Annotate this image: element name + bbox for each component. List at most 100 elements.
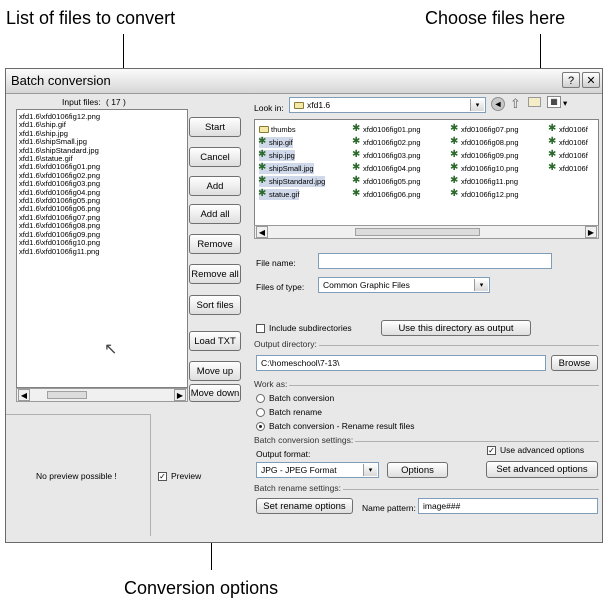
back-icon[interactable]: ◄	[491, 97, 505, 111]
radio-batch-rename-button[interactable]	[256, 407, 265, 417]
include-subdirectories-checkbox[interactable]	[256, 323, 265, 333]
radio-batch-conversion-label: Batch conversion	[269, 393, 335, 403]
move-down-button[interactable]: Move down	[189, 384, 241, 402]
browser-item-label: xfd0106f	[559, 138, 588, 147]
file-name-field[interactable]	[318, 253, 552, 269]
browser-file-item[interactable]: shipStandard.jpg	[258, 175, 326, 187]
set-advanced-options-button[interactable]: Set advanced options	[486, 461, 598, 478]
output-directory-field[interactable]: C:\homeschool\7-13\	[256, 355, 546, 371]
browser-file-item[interactable]: xfd0106f	[548, 149, 588, 161]
radio-conversion-rename-button[interactable]	[256, 421, 265, 431]
browser-folder-item[interactable]: thumbs	[259, 124, 296, 135]
file-browser[interactable]: thumbs ship.gif ship.jpg shipSmall.jpg shipS…	[254, 119, 599, 239]
cancel-button[interactable]: Cancel	[189, 147, 241, 167]
up-folder-icon[interactable]: ⇧	[510, 96, 521, 112]
browser-file-item[interactable]: xfd0106fig03.png	[352, 149, 421, 161]
browser-file-item[interactable]: xfd0106fig10.png	[450, 162, 519, 174]
view-menu-icon[interactable]: ▦	[547, 96, 561, 108]
image-file-icon	[548, 149, 557, 160]
browser-file-item[interactable]: xfd0106f	[548, 123, 588, 135]
browser-file-item[interactable]: xfd0106fig12.png	[450, 188, 519, 200]
files-of-type-dropdown[interactable]: Common Graphic Files ▾	[318, 277, 490, 293]
close-button[interactable]: ✕	[582, 72, 600, 88]
browser-file-item[interactable]: shipSmall.jpg	[258, 162, 314, 174]
folder-icon	[259, 126, 269, 133]
browser-scroll-right-icon[interactable]: ▶	[585, 226, 597, 238]
chevron-down-icon[interactable]: ▾	[363, 464, 377, 476]
scroll-right-icon[interactable]: ▶	[174, 389, 186, 401]
scroll-left-icon[interactable]: ◀	[18, 389, 30, 401]
set-rename-options-button[interactable]: Set rename options	[256, 498, 353, 514]
sort-files-button[interactable]: Sort files	[189, 295, 241, 315]
file-name-label: File name:	[256, 258, 296, 268]
rename-settings-label: Batch rename settings:	[254, 483, 343, 493]
browser-file-item[interactable]: xfd0106f	[548, 136, 588, 148]
browser-item-label: xfd0106fig07.png	[461, 125, 519, 134]
browser-file-item[interactable]: ship.jpg	[258, 149, 295, 161]
output-format-dropdown[interactable]: JPG - JPEG Format ▾	[256, 462, 379, 478]
include-subdirectories-row[interactable]: Include subdirectories	[256, 323, 352, 333]
new-folder-icon[interactable]	[528, 97, 541, 107]
add-all-button[interactable]: Add all	[189, 204, 241, 224]
use-advanced-options-row[interactable]: ✓ Use advanced options	[487, 445, 584, 455]
input-files-label: Input files:	[62, 97, 101, 107]
use-directory-as-output-button[interactable]: Use this directory as output	[381, 320, 531, 336]
help-button[interactable]: ?	[562, 72, 580, 88]
include-subdirectories-label: Include subdirectories	[269, 323, 352, 333]
browser-item-label: xfd0106fig06.png	[363, 190, 421, 199]
input-files-list[interactable]: xfd1.6\xfd0106fig12.png xfd1.6\ship.gif xf…	[16, 109, 188, 388]
preview-checkbox-row[interactable]: ✓ Preview	[158, 471, 201, 481]
browser-file-item[interactable]: xfd0106fig09.png	[450, 149, 519, 161]
folder-icon	[294, 101, 304, 109]
browser-file-item[interactable]: xfd0106fig08.png	[450, 136, 519, 148]
scroll-thumb[interactable]	[47, 391, 87, 399]
chevron-down-icon[interactable]: ▾	[470, 99, 484, 111]
browse-button[interactable]: Browse	[551, 355, 598, 371]
mouse-cursor-icon: ↖	[104, 341, 118, 358]
browser-item-label: shipSmall.jpg	[269, 164, 314, 173]
radio-conversion-rename[interactable]: Batch conversion - Rename result files	[256, 421, 415, 431]
add-button[interactable]: Add	[189, 176, 241, 196]
image-file-icon	[548, 136, 557, 147]
browser-file-item[interactable]: xfd0106fig04.png	[352, 162, 421, 174]
input-list-scrollbar[interactable]: ◀ ▶	[16, 388, 188, 402]
browser-file-item[interactable]: xfd0106fig01.png	[352, 123, 421, 135]
view-menu-arrow-icon[interactable]: ▾	[563, 98, 567, 109]
load-txt-button[interactable]: Load TXT	[189, 331, 241, 351]
image-file-icon	[258, 149, 267, 160]
radio-batch-conversion-button[interactable]	[256, 393, 265, 403]
image-file-icon	[258, 162, 267, 173]
look-in-dropdown[interactable]: xfd1.6 ▾	[289, 97, 486, 113]
conversion-settings-label: Batch conversion settings:	[254, 435, 356, 445]
browser-item-label: xfd0106fig01.png	[363, 125, 421, 134]
radio-conversion-rename-label: Batch conversion - Rename result files	[269, 421, 415, 431]
browser-file-item[interactable]: xfd0106fig11.png	[450, 175, 518, 187]
radio-batch-rename[interactable]: Batch rename	[256, 407, 322, 417]
browser-item-label: xfd0106f	[559, 151, 588, 160]
remove-button[interactable]: Remove	[189, 234, 241, 254]
browser-file-item[interactable]: xfd0106f	[548, 162, 588, 174]
start-button[interactable]: Start	[189, 117, 241, 137]
batch-conversion-window: Batch conversion ? ✕ Input files: ( 17 )…	[5, 68, 603, 543]
input-file-item[interactable]: xfd1.6\xfd0106fig11.png	[19, 247, 187, 256]
chevron-down-icon[interactable]: ▾	[474, 279, 488, 291]
options-button[interactable]: Options	[387, 462, 448, 478]
browser-scrollbar[interactable]: ◀ ▶	[254, 225, 599, 239]
browser-item-label: shipStandard.jpg	[269, 177, 326, 186]
browser-scroll-thumb[interactable]	[355, 228, 480, 236]
browser-file-item[interactable]: xfd0106fig07.png	[450, 123, 519, 135]
browser-item-label: xfd0106fig10.png	[461, 164, 519, 173]
browser-file-item[interactable]: xfd0106fig02.png	[352, 136, 421, 148]
name-pattern-field[interactable]: image###	[418, 498, 598, 514]
no-preview-text: No preview possible !	[36, 471, 117, 481]
browser-file-item[interactable]: xfd0106fig05.png	[352, 175, 421, 187]
remove-all-button[interactable]: Remove all	[189, 264, 241, 284]
radio-batch-conversion[interactable]: Batch conversion	[256, 393, 334, 403]
use-advanced-options-checkbox[interactable]: ✓	[487, 445, 496, 455]
browser-file-item[interactable]: xfd0106fig06.png	[352, 188, 421, 200]
browser-file-item[interactable]: ship.gif	[258, 136, 293, 148]
move-up-button[interactable]: Move up	[189, 361, 241, 381]
preview-checkbox[interactable]: ✓	[158, 471, 167, 481]
browser-scroll-left-icon[interactable]: ◀	[256, 226, 268, 238]
browser-file-item[interactable]: statue.gif	[258, 188, 300, 200]
